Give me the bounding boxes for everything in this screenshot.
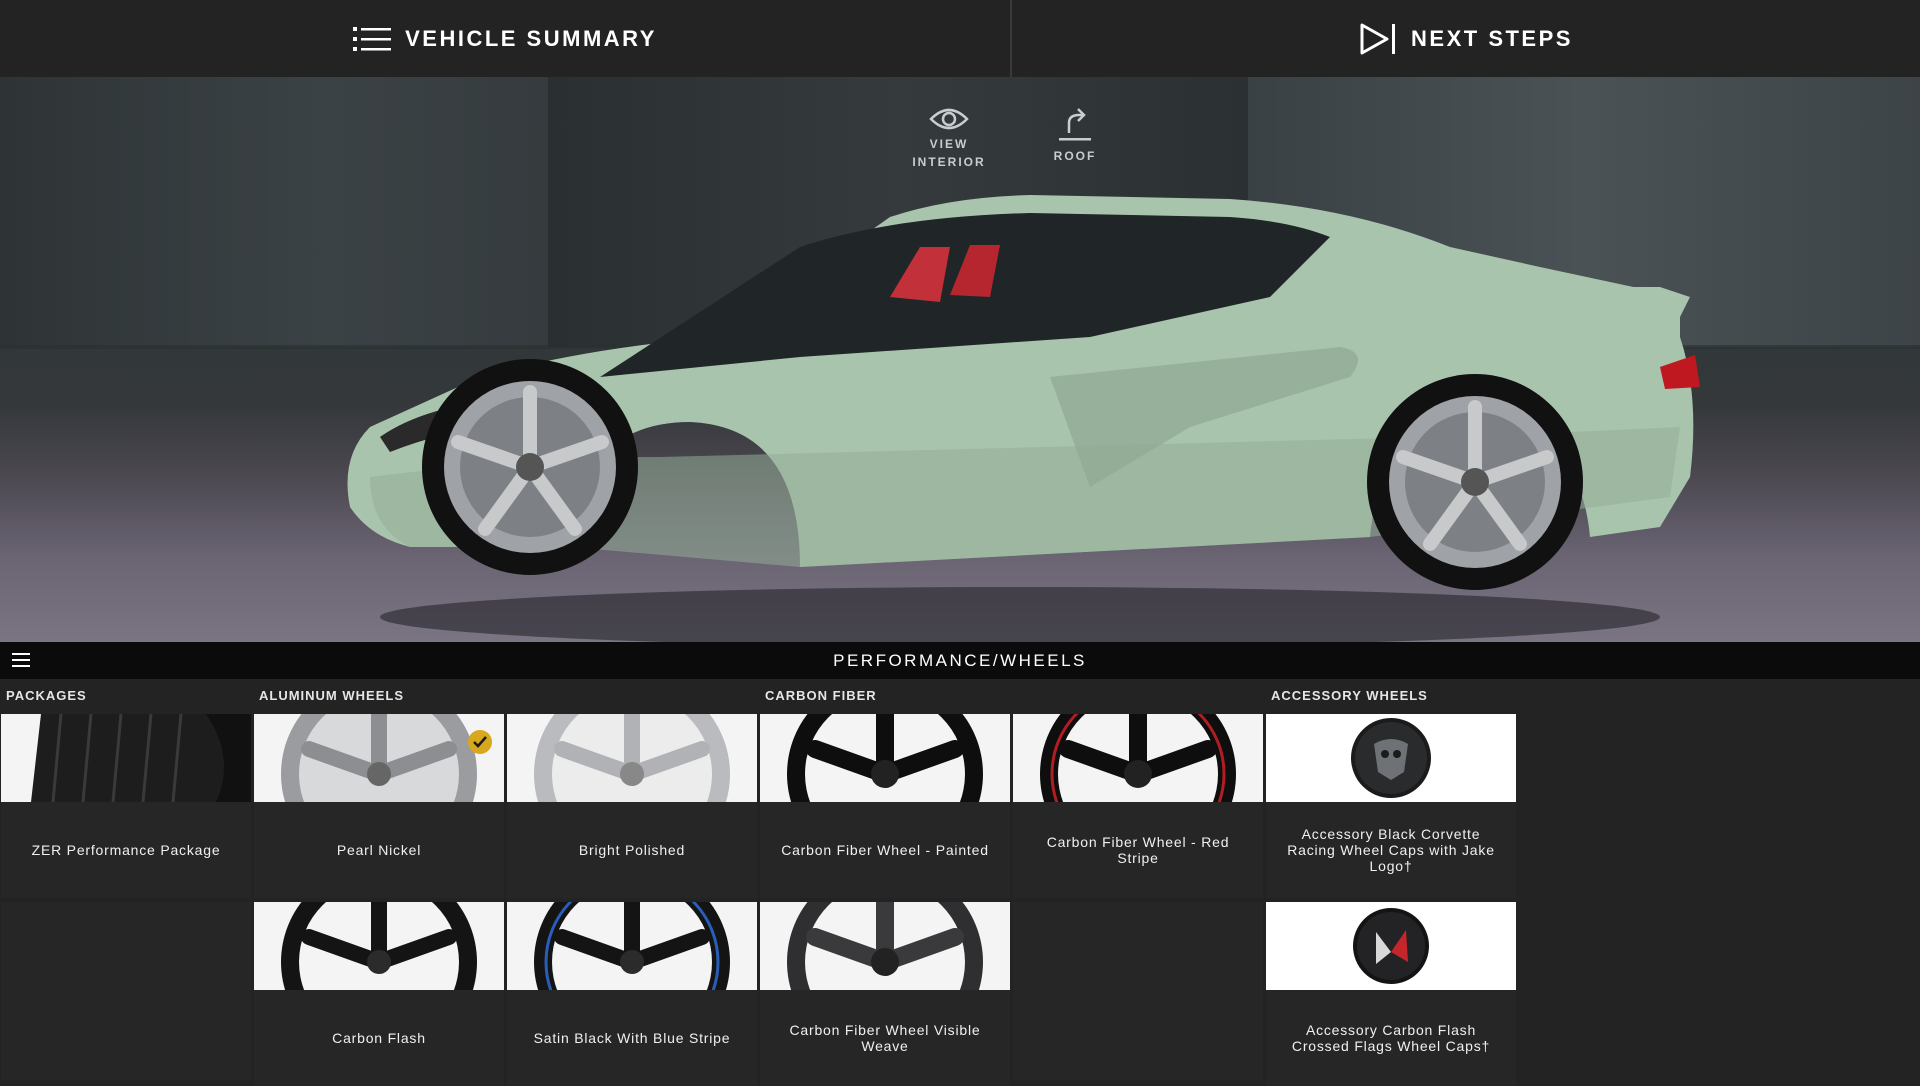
option-label: ZER Performance Package bbox=[31, 842, 221, 858]
eye-icon bbox=[894, 105, 1004, 133]
wheel-image bbox=[760, 902, 1010, 990]
category-carbon-fiber: CARBON FIBER bbox=[765, 688, 877, 703]
vehicle-preview[interactable]: VIEW INTERIOR ROOF bbox=[0, 77, 1920, 642]
option-label: Pearl Nickel bbox=[336, 842, 422, 858]
selected-check-icon bbox=[468, 730, 492, 754]
wheel-cap-image bbox=[1266, 714, 1516, 802]
option-label: Accessory Carbon Flash Crossed Flags Whe… bbox=[1291, 1022, 1491, 1054]
next-steps-label: NEXT STEPS bbox=[1411, 25, 1573, 51]
option-label: Satin Black With Blue Stripe bbox=[533, 1030, 731, 1046]
wheel-image bbox=[254, 714, 504, 802]
option-pearl-nickel[interactable]: Pearl Nickel bbox=[254, 714, 504, 898]
vehicle-summary-label: VEHICLE SUMMARY bbox=[405, 25, 657, 51]
option-accessory-crossed-flags-caps[interactable]: Accessory Carbon Flash Crossed Flags Whe… bbox=[1266, 902, 1516, 1086]
next-steps-button[interactable]: NEXT STEPS bbox=[1012, 0, 1920, 77]
hamburger-icon[interactable] bbox=[12, 652, 30, 673]
option-label: Carbon Flash bbox=[332, 1030, 426, 1046]
section-title: PERFORMANCE/WHEELS bbox=[833, 650, 1087, 670]
wheel-image bbox=[1013, 714, 1263, 802]
roof-label: ROOF bbox=[1053, 149, 1097, 163]
option-label: Carbon Fiber Wheel - Red Stripe bbox=[1046, 834, 1230, 866]
top-bar: VEHICLE SUMMARY NEXT STEPS bbox=[0, 0, 1920, 77]
option-bright-polished[interactable]: Bright Polished bbox=[507, 714, 757, 898]
option-accessory-black-wheel-caps-jake[interactable]: Accessory Black Corvette Racing Wheel Ca… bbox=[1266, 714, 1516, 898]
wheel-image bbox=[507, 714, 757, 802]
option-label: Carbon Fiber Wheel Visible Weave bbox=[789, 1022, 981, 1054]
view-interior-label-line1: VIEW bbox=[929, 137, 969, 151]
empty-cell bbox=[1, 902, 251, 1080]
roof-toggle-icon bbox=[1020, 105, 1130, 145]
wheel-image bbox=[254, 902, 504, 990]
tire-image bbox=[1, 714, 251, 802]
corvette-image bbox=[330, 177, 1700, 642]
option-carbon-fiber-visible-weave[interactable]: Carbon Fiber Wheel Visible Weave bbox=[760, 902, 1010, 1086]
option-carbon-flash[interactable]: Carbon Flash bbox=[254, 902, 504, 1086]
list-icon bbox=[353, 24, 392, 54]
vehicle-summary-button[interactable]: VEHICLE SUMMARY bbox=[0, 0, 1012, 77]
category-accessory-wheels: ACCESSORY WHEELS bbox=[1271, 688, 1428, 703]
roof-button[interactable]: ROOF bbox=[1020, 105, 1130, 165]
category-aluminum-wheels: ALUMINUM WHEELS bbox=[259, 688, 404, 703]
view-interior-button[interactable]: VIEW INTERIOR bbox=[894, 105, 1004, 171]
view-interior-label-line2: INTERIOR bbox=[912, 155, 986, 169]
option-carbon-fiber-wheel-painted[interactable]: Carbon Fiber Wheel - Painted bbox=[760, 714, 1010, 898]
wheel-cap-image bbox=[1266, 902, 1516, 990]
option-label: Bright Polished bbox=[578, 842, 686, 858]
wheel-image bbox=[760, 714, 1010, 802]
wheel-image bbox=[507, 902, 757, 990]
category-packages: PACKAGES bbox=[6, 688, 87, 703]
option-zer-performance-package[interactable]: ZER Performance Package bbox=[1, 714, 251, 898]
option-label: Carbon Fiber Wheel - Painted bbox=[781, 842, 989, 858]
section-bar: PERFORMANCE/WHEELS bbox=[0, 642, 1920, 679]
play-icon bbox=[1359, 22, 1397, 56]
option-label: Accessory Black Corvette Racing Wheel Ca… bbox=[1287, 826, 1495, 874]
option-carbon-fiber-wheel-red-stripe[interactable]: Carbon Fiber Wheel - Red Stripe bbox=[1013, 714, 1263, 898]
empty-cell bbox=[1013, 902, 1263, 1080]
option-satin-black-blue-stripe[interactable]: Satin Black With Blue Stripe bbox=[507, 902, 757, 1086]
